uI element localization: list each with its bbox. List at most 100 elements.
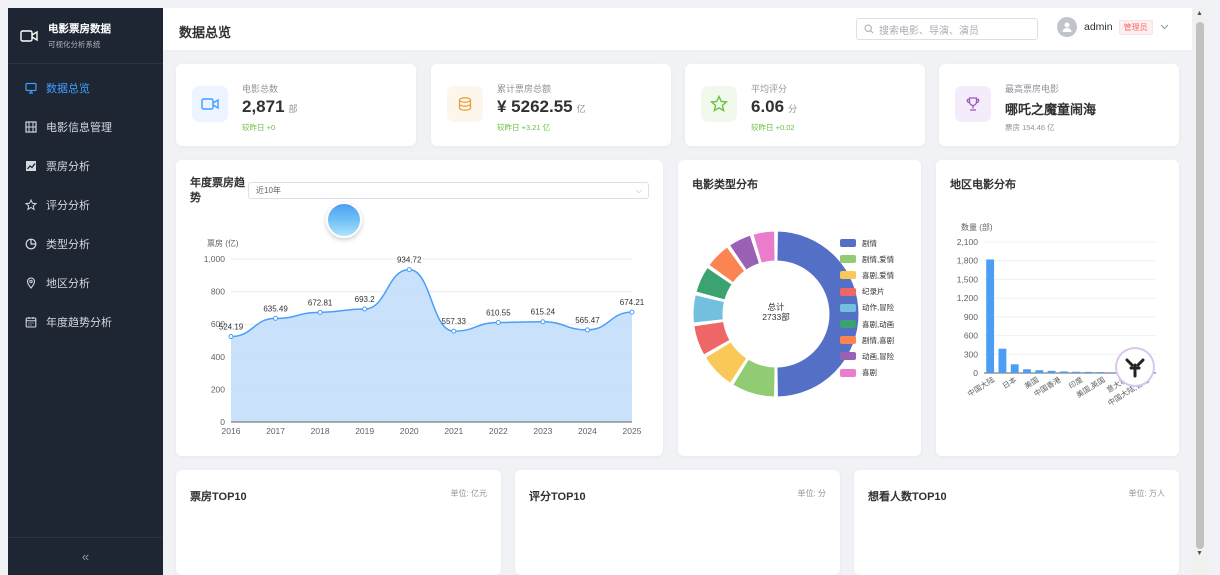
- page-scrollbar[interactable]: ▲ ▼: [1192, 8, 1208, 575]
- legend-item[interactable]: 纪录片: [840, 284, 894, 300]
- double-chevron-left-icon: «: [81, 549, 90, 564]
- legend-label: 剧情: [862, 238, 877, 248]
- data-label: 674.21: [620, 298, 645, 307]
- yearly-trend-card: 年度票房趋势 近10年 ⌵ 票房 (亿) 0 200 400 600 800 1,000 52…: [176, 160, 663, 456]
- sidebar-item-rating[interactable]: 评分分析: [8, 185, 163, 224]
- y-tick-label: 600: [964, 331, 978, 341]
- legend-swatch: [840, 239, 856, 248]
- stat-unit: 分: [788, 104, 798, 114]
- sidebar-item-label: 地区分析: [46, 277, 90, 290]
- sidebar: 电影票房数据 可视化分析系统 数据总览 电影信息管理 票房分析 评分分析 类型分…: [8, 8, 163, 575]
- stat-unit: 亿: [576, 104, 586, 114]
- star-icon: [24, 198, 38, 212]
- stat-label: 平均评分: [751, 84, 788, 94]
- legend-swatch: [840, 287, 856, 296]
- data-label: 524.19: [219, 323, 244, 332]
- scroll-down-arrow-icon[interactable]: ▼: [1196, 550, 1203, 557]
- x-tick-label: 2022: [489, 426, 508, 436]
- legend-item[interactable]: 喜剧,动画: [840, 316, 894, 332]
- data-point: [273, 315, 279, 321]
- floating-logo-icon[interactable]: [1117, 349, 1153, 385]
- y-tick-label: 1,000: [204, 254, 226, 264]
- region-distribution-card: 地区电影分布 数量 (部) 0 300 600 900 1,200 1,500 1,800 2,…: [936, 160, 1179, 456]
- user-menu[interactable]: admin 管理员: [1057, 17, 1169, 37]
- legend-label: 喜剧,动画: [862, 319, 895, 329]
- stat-card-movie-count: 电影总数 2,871 部 较昨日 +0: [176, 64, 416, 146]
- bar: [1072, 371, 1081, 373]
- data-point: [451, 328, 457, 334]
- sidebar-item-label: 票房分析: [46, 160, 90, 173]
- avatar: [1057, 17, 1077, 37]
- legend-item[interactable]: 剧情,喜剧: [840, 332, 894, 348]
- data-label: 934.72: [397, 256, 422, 265]
- username: admin: [1084, 21, 1113, 33]
- bar: [1084, 371, 1093, 373]
- card-unit: 单位: 分: [797, 489, 826, 498]
- sidebar-item-yearly[interactable]: 年度趋势分析: [8, 302, 163, 341]
- legend-item[interactable]: 动画,冒险: [840, 348, 894, 364]
- bar: [1109, 372, 1117, 373]
- legend-item[interactable]: 喜剧,爱情: [840, 267, 894, 283]
- stat-change: 较昨日 +0.02: [751, 123, 795, 132]
- y-tick-label: 400: [211, 352, 225, 362]
- sidebar-item-boxoffice[interactable]: 票房分析: [8, 146, 163, 185]
- chevron-down-icon: [1160, 21, 1169, 33]
- x-tick-label: 2018: [311, 426, 330, 436]
- sidebar-item-label: 年度趋势分析: [46, 316, 112, 329]
- sidebar-item-region[interactable]: 地区分析: [8, 263, 163, 302]
- wishlist-top10-card: 想看人数TOP10 单位: 万人: [854, 470, 1179, 575]
- sidebar-item-label: 评分分析: [46, 199, 90, 212]
- stat-label: 最高票房电影: [1005, 84, 1060, 94]
- data-point: [406, 267, 412, 273]
- legend-swatch: [840, 303, 856, 312]
- y-tick-label: 900: [964, 312, 978, 322]
- x-tick-label: 日本: [1000, 374, 1018, 391]
- x-tick-label: 2016: [222, 426, 241, 436]
- card-title: 想看人数TOP10: [868, 491, 947, 503]
- legend-item[interactable]: 喜剧: [840, 365, 894, 381]
- rating-top10-card: 评分TOP10 单位: 分: [515, 470, 840, 575]
- genre-legend: 剧情剧情,爱情 喜剧,爱情纪录片动作,冒险喜剧,动画剧情,喜剧动画,冒险喜剧: [840, 235, 894, 381]
- data-point: [317, 309, 323, 315]
- legend-item[interactable]: 剧情: [840, 235, 894, 251]
- x-tick-label: 2024: [578, 426, 597, 436]
- donut-total-label: 总计: [767, 302, 785, 312]
- legend-label: 纪录片: [862, 287, 885, 297]
- stat-label: 累计票房总额: [497, 84, 552, 94]
- bar: [1059, 371, 1068, 373]
- legend-item[interactable]: 剧情,爱情: [840, 251, 894, 267]
- legend-item[interactable]: 动作,冒险: [840, 300, 894, 316]
- sidebar-item-movies[interactable]: 电影信息管理: [8, 107, 163, 146]
- scrollbar-thumb[interactable]: [1196, 22, 1204, 549]
- monitor-icon: [24, 81, 38, 95]
- legend-label: 喜剧: [862, 368, 877, 378]
- stat-change: 较昨日 +3.21 亿: [497, 123, 551, 132]
- x-tick-label: 2020: [400, 426, 419, 436]
- stat-value: 哪吒之魔童闹海: [1005, 99, 1096, 118]
- legend-label: 动作,冒险: [862, 303, 895, 313]
- legend-label: 剧情,喜剧: [862, 335, 895, 345]
- y-tick-label: 1,800: [957, 256, 979, 266]
- sidebar-collapse-button[interactable]: «: [8, 537, 163, 575]
- data-label: 672.81: [308, 298, 333, 307]
- yearly-trend-chart: 票房 (亿)02004006008001,000524.192016635.49…: [204, 238, 645, 436]
- x-tick-label: 2017: [266, 426, 285, 436]
- floating-weather-icon[interactable]: [326, 202, 362, 238]
- y-tick-label: 1,200: [957, 293, 979, 303]
- sidebar-item-overview[interactable]: 数据总览: [8, 68, 163, 107]
- x-tick-label: 中国大陆: [965, 374, 996, 399]
- boxoffice-top10-card: 票房TOP10 单位: 亿元: [176, 470, 501, 575]
- y-tick-label: 300: [964, 349, 978, 359]
- bar: [998, 348, 1007, 373]
- scroll-up-arrow-icon[interactable]: ▲: [1196, 10, 1203, 17]
- search-input[interactable]: 搜索电影、导演、演员: [856, 18, 1038, 40]
- data-point: [362, 306, 368, 312]
- donut-total-value: 2733部: [762, 312, 790, 322]
- data-label: 615.24: [531, 308, 556, 317]
- stat-number: 2,871: [242, 97, 285, 116]
- sidebar-item-genre[interactable]: 类型分析: [8, 224, 163, 263]
- data-point: [584, 327, 590, 333]
- data-label: 610.55: [486, 308, 511, 317]
- stat-change: 较昨日 +0: [242, 123, 276, 132]
- y-axis-label: 数量 (部): [961, 222, 993, 232]
